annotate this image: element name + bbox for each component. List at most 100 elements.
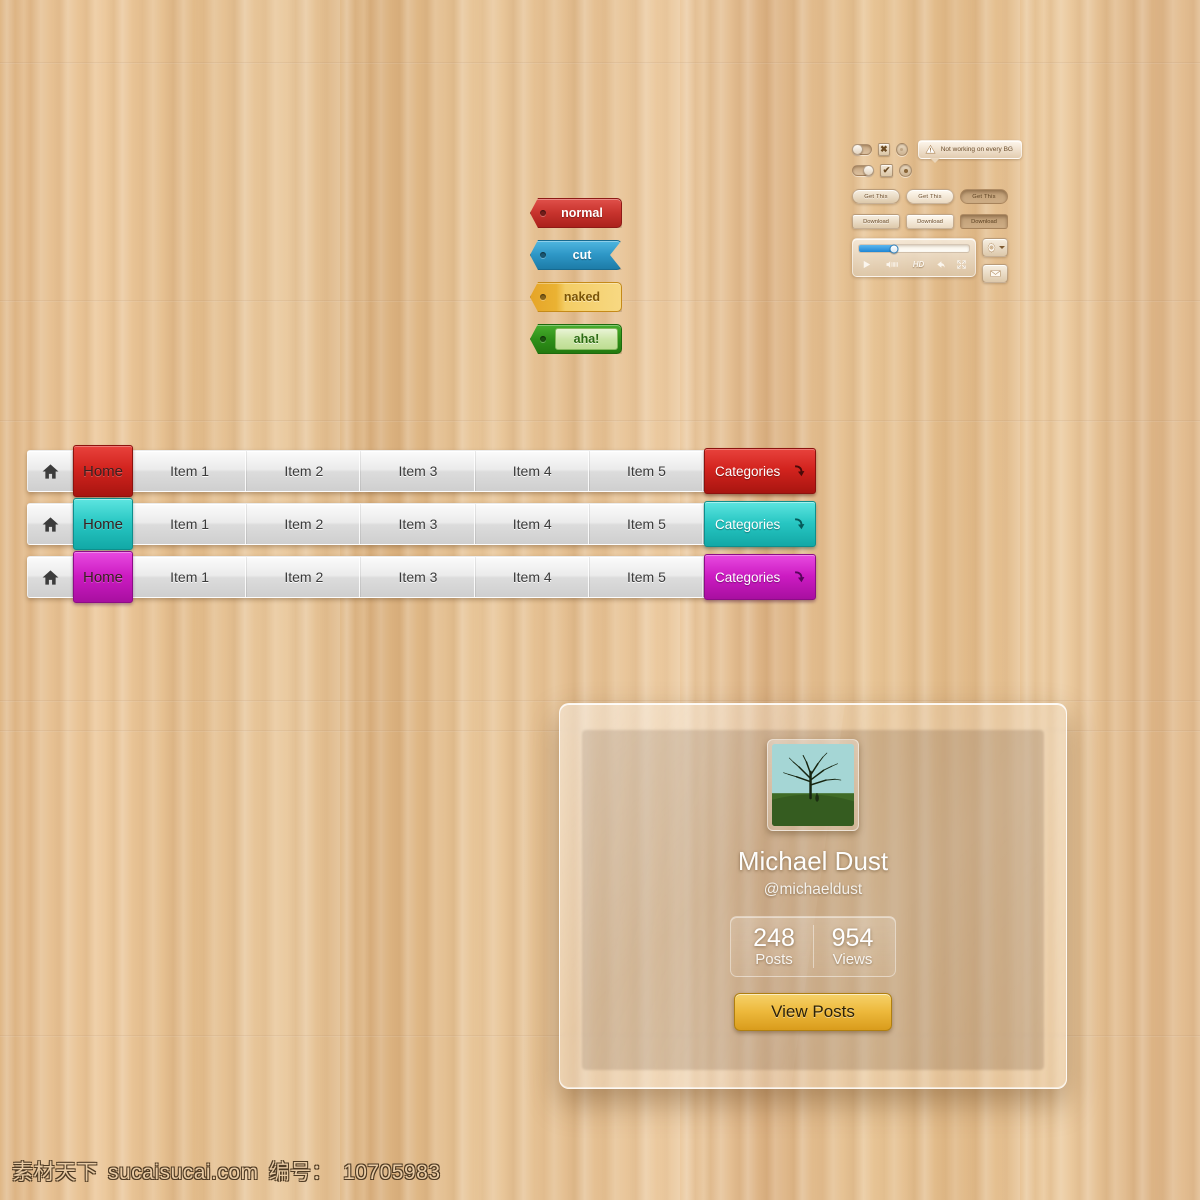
nav-item-3[interactable]: Item 3 xyxy=(361,557,476,597)
envelope-icon xyxy=(989,270,1001,277)
tag-label: naked xyxy=(563,290,601,304)
nav-item-4[interactable]: Item 4 xyxy=(476,504,590,544)
tag-aha[interactable]: aha! xyxy=(530,324,622,354)
categories-dropdown[interactable]: Categories xyxy=(704,448,817,494)
fullscreen-icon xyxy=(957,260,966,269)
checkbox-checked[interactable]: ✔ xyxy=(880,164,893,177)
categories-dropdown[interactable]: Categories xyxy=(704,554,817,600)
stat-label: Views xyxy=(832,951,873,969)
radio-dot xyxy=(903,168,908,173)
nav-home-tab[interactable]: Home xyxy=(73,445,133,497)
categories-dropdown[interactable]: Categories xyxy=(704,501,817,547)
nav-home-tab[interactable]: Home xyxy=(73,551,133,603)
download-button[interactable]: Download xyxy=(852,214,900,229)
settings-button[interactable] xyxy=(982,238,1008,257)
profile-stats: 248 Posts 954 Views xyxy=(730,916,896,978)
tag-row: cut xyxy=(530,240,622,281)
watermark-site-cn: 素材天下 xyxy=(12,1161,98,1184)
avatar[interactable] xyxy=(767,739,859,831)
download-button-pressed[interactable]: Download xyxy=(960,214,1008,229)
player-controls: HD xyxy=(858,259,970,271)
share-icon xyxy=(936,261,945,268)
categories-label: Categories xyxy=(715,516,781,532)
play-icon xyxy=(863,260,871,269)
side-button-column xyxy=(982,238,1008,290)
gear-icon xyxy=(987,242,995,253)
nav-item-2[interactable]: Item 2 xyxy=(247,504,362,544)
watermark-id-value: 10705983 xyxy=(343,1161,441,1184)
stat-label: Posts xyxy=(755,951,793,969)
nav-item-3[interactable]: Item 3 xyxy=(361,504,476,544)
nav-item-5[interactable]: Item 5 xyxy=(590,451,705,491)
get-this-button[interactable]: Get This xyxy=(852,189,900,204)
tag-hole-icon xyxy=(540,210,546,216)
radio-selected[interactable] xyxy=(899,164,912,177)
nav-item-1[interactable]: Item 1 xyxy=(133,557,248,597)
tag-cut[interactable]: cut xyxy=(530,240,622,270)
get-this-button-hover[interactable]: Get This xyxy=(906,189,954,204)
curved-arrow-down-icon xyxy=(795,465,805,477)
nav-item-2[interactable]: Item 2 xyxy=(247,557,362,597)
watermark-site: sucaisucai.com xyxy=(108,1161,259,1184)
checkbox-x[interactable]: ✖ xyxy=(877,143,890,156)
categories-label: Categories xyxy=(715,569,781,585)
tag-naked[interactable]: naked xyxy=(530,282,622,312)
tag-hole-icon xyxy=(540,252,546,258)
nav-item-3[interactable]: Item 3 xyxy=(361,451,476,491)
tree-photo-icon xyxy=(772,744,854,826)
tag-normal[interactable]: normal xyxy=(530,198,622,228)
chevron-down-icon xyxy=(998,246,1005,249)
kit-controls-row-2: ✔ xyxy=(852,164,1022,177)
hd-toggle[interactable]: HD xyxy=(913,260,925,269)
share-button[interactable] xyxy=(935,259,946,270)
mail-button[interactable] xyxy=(982,264,1008,283)
download-button-hover[interactable]: Download xyxy=(906,214,954,229)
radio-dot xyxy=(900,148,904,151)
tag-hole-icon xyxy=(540,336,546,342)
tag-hole-icon xyxy=(540,294,546,300)
warning-triangle-icon xyxy=(925,144,936,154)
profile-card-content: Michael Dust @michaeldust 248 Posts 954 … xyxy=(560,704,1066,1032)
nav-item-1[interactable]: Item 1 xyxy=(133,504,248,544)
stat-value: 248 xyxy=(753,924,795,952)
radio-unselected[interactable] xyxy=(895,143,908,156)
stat-posts: 248 Posts xyxy=(735,924,813,969)
nav-item-5[interactable]: Item 5 xyxy=(590,557,705,597)
tag-row: naked xyxy=(530,282,622,323)
navbar-magenta: Home Item 1 Item 2 Item 3 Item 4 Item 5 … xyxy=(27,551,817,603)
tag-row: aha! xyxy=(530,324,622,365)
toggle-switch-off[interactable] xyxy=(852,144,872,155)
fullscreen-button[interactable] xyxy=(956,259,967,270)
toggle-switch-on[interactable] xyxy=(852,165,874,176)
nav-item-1[interactable]: Item 1 xyxy=(133,451,248,491)
media-player: HD xyxy=(852,238,976,277)
curved-arrow-down-icon xyxy=(795,518,805,530)
watermark-id-label: 编号： xyxy=(268,1161,334,1184)
nav-item-2[interactable]: Item 2 xyxy=(247,451,362,491)
curved-arrow-down-icon xyxy=(795,571,805,583)
play-button[interactable] xyxy=(861,259,872,270)
view-posts-button[interactable]: View Posts xyxy=(734,993,892,1032)
navbar-teal: Home Item 1 Item 2 Item 3 Item 4 Item 5 … xyxy=(27,498,817,550)
progress-handle[interactable] xyxy=(889,244,899,253)
ui-kit-cluster: ✖ Not working on every BG ✔ Get This Get… xyxy=(852,140,1022,290)
house-icon xyxy=(42,463,58,479)
profile-card: Michael Dust @michaeldust 248 Posts 954 … xyxy=(559,703,1067,1089)
tag-label: normal xyxy=(561,206,603,220)
home-icon-button[interactable] xyxy=(28,451,73,491)
home-icon-button[interactable] xyxy=(28,504,73,544)
stat-value: 954 xyxy=(831,924,874,952)
house-icon xyxy=(42,516,58,532)
get-this-button-pressed[interactable]: Get This xyxy=(960,189,1008,204)
avatar-image xyxy=(772,744,854,826)
tooltip-text: Not working on every BG xyxy=(940,146,1013,153)
nav-item-4[interactable]: Item 4 xyxy=(476,451,590,491)
navbar-group: Home Item 1 Item 2 Item 3 Item 4 Item 5 … xyxy=(27,445,817,609)
progress-bar[interactable] xyxy=(858,244,970,253)
get-this-button-row: Get This Get This Get This xyxy=(852,189,1022,204)
nav-item-4[interactable]: Item 4 xyxy=(476,557,590,597)
home-icon-button[interactable] xyxy=(28,557,73,597)
nav-item-5[interactable]: Item 5 xyxy=(590,504,705,544)
nav-home-tab[interactable]: Home xyxy=(73,498,133,550)
volume-button[interactable] xyxy=(882,259,902,270)
